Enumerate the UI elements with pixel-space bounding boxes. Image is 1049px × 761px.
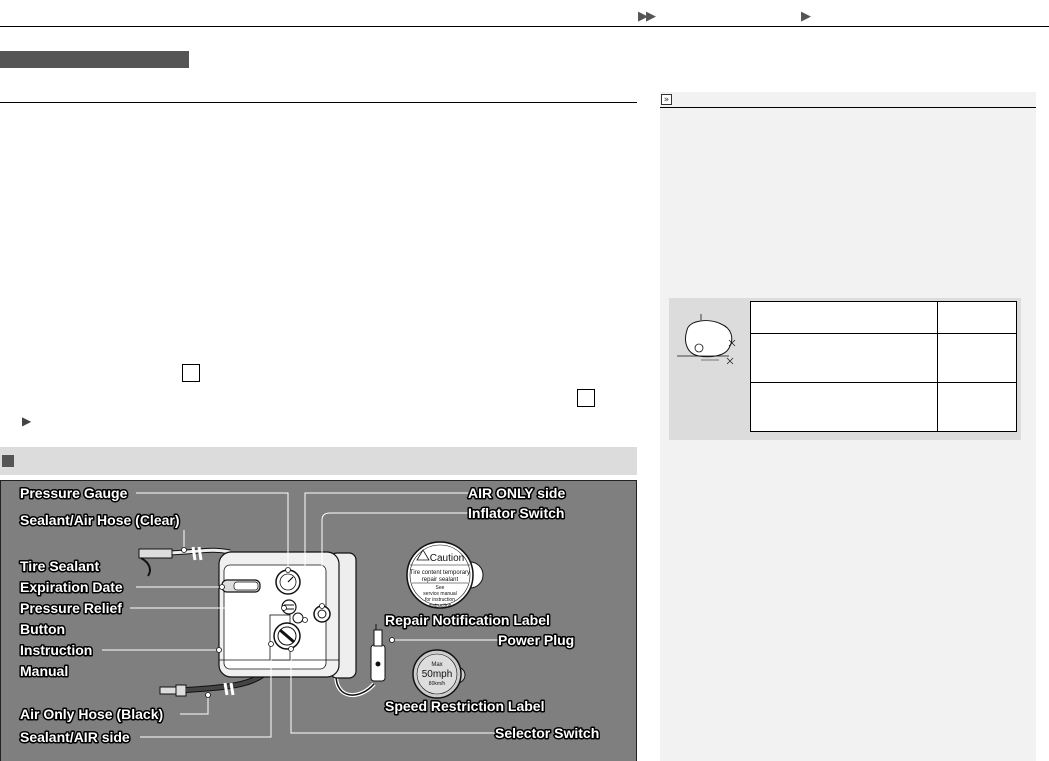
label-repair-notification: Repair Notification Label	[385, 612, 550, 628]
label-instruction-1: Instruction	[20, 642, 92, 658]
caution-line-6: instruction	[429, 603, 452, 609]
reference-arrow-icon[interactable]: ▶	[22, 414, 31, 428]
label-inflator-switch: Inflator Switch	[468, 505, 564, 521]
tire-repair-kit-figure: Caution Tire content temporary repair se…	[0, 480, 637, 761]
label-pressure-gauge: Pressure Gauge	[20, 485, 128, 501]
speed-line-3: 80km/h	[429, 681, 446, 687]
table-cell	[937, 301, 1017, 334]
table-row	[750, 382, 1017, 432]
label-tire-sealant-1: Tire Sealant	[20, 558, 99, 574]
label-air-only-side: AIR ONLY side	[468, 485, 565, 501]
label-sealant-air-side: Sealant/AIR side	[20, 729, 130, 745]
label-pressure-relief-1: Pressure Relief	[20, 600, 122, 616]
header-rule	[0, 26, 1049, 27]
sidebar-grid	[750, 301, 1017, 432]
label-tire-sealant-2: Expiration Date	[20, 579, 123, 595]
label-power-plug: Power Plug	[498, 632, 574, 648]
caution-line-1: Tire content temporary	[410, 570, 470, 576]
table-row	[750, 301, 1017, 334]
section-title-bar	[0, 51, 189, 68]
label-sealant-air-hose: Sealant/Air Hose (Clear)	[20, 512, 180, 528]
speed-line-2: 50mph	[422, 669, 453, 680]
caution-title: Caution	[430, 553, 464, 564]
table-cell	[937, 382, 1017, 432]
reference-box-1	[182, 364, 200, 382]
speed-line-1: Max	[431, 662, 442, 668]
figure-title-bar	[0, 447, 637, 475]
table-cell	[750, 382, 938, 432]
table-cell	[750, 301, 938, 334]
table-cell	[937, 333, 1017, 383]
reference-box-2	[577, 389, 595, 407]
label-selector-switch: Selector Switch	[495, 725, 599, 741]
table-row	[750, 333, 1017, 383]
label-air-only-hose: Air Only Hose (Black)	[20, 706, 163, 722]
double-chevron-icon: »	[661, 94, 672, 105]
pressure-gauge-icon	[275, 569, 301, 595]
figure-bullet-icon	[2, 455, 14, 467]
label-speed-restriction: Speed Restriction Label	[385, 698, 544, 714]
label-instruction-2: Manual	[20, 663, 68, 679]
sidebar-table	[669, 298, 1021, 440]
label-pressure-relief-2: Button	[20, 621, 65, 637]
sidebar-rule	[660, 107, 1036, 108]
section-rule	[0, 102, 637, 103]
caution-line-2: repair sealant	[422, 577, 459, 583]
breadcrumb-arrow-icon[interactable]: ▶	[801, 8, 811, 24]
tire-puncture-illustration	[677, 314, 736, 365]
breadcrumb-double-arrow-icon[interactable]: ▶▶	[638, 8, 656, 24]
table-cell	[750, 333, 938, 383]
